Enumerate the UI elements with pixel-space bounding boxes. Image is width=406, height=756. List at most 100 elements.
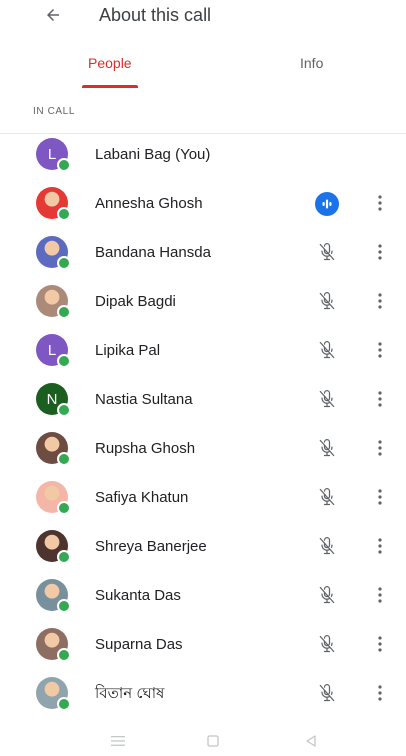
more-vert-icon bbox=[378, 489, 382, 505]
more-options-button[interactable] bbox=[372, 633, 388, 655]
mic-off-icon bbox=[319, 292, 335, 310]
mic-muted-button[interactable] bbox=[316, 682, 338, 704]
participant-row[interactable]: L Labani Bag (You) bbox=[0, 131, 406, 180]
participant-name: Suparna Das bbox=[95, 636, 183, 653]
avatar bbox=[36, 236, 71, 270]
avatar bbox=[36, 481, 71, 515]
mic-muted-button[interactable] bbox=[316, 388, 338, 410]
mic-off-icon bbox=[319, 341, 335, 359]
mic-off-icon bbox=[319, 390, 335, 408]
participant-name: Bandana Hansda bbox=[95, 244, 211, 261]
online-status-dot bbox=[57, 697, 71, 711]
tab-people[interactable]: People bbox=[88, 54, 132, 72]
participant-row[interactable]: Bandana Hansda bbox=[0, 229, 406, 278]
online-status-dot bbox=[57, 207, 71, 221]
top-app-bar: About this call bbox=[0, 0, 406, 36]
mic-off-icon bbox=[319, 635, 335, 653]
participant-name: বিতান ঘোষ bbox=[95, 685, 165, 702]
participant-name: Safiya Khatun bbox=[95, 489, 189, 506]
nav-menu-button[interactable] bbox=[107, 730, 129, 752]
participant-row[interactable]: বিতান ঘোষ bbox=[0, 670, 406, 719]
more-options-button[interactable] bbox=[372, 486, 388, 508]
nav-home-button[interactable] bbox=[202, 730, 224, 752]
mic-off-icon bbox=[319, 586, 335, 604]
speaking-indicator bbox=[315, 192, 339, 216]
mic-muted-button[interactable] bbox=[316, 486, 338, 508]
mic-off-icon bbox=[319, 439, 335, 457]
online-status-dot bbox=[57, 354, 71, 368]
audio-level-icon bbox=[322, 199, 332, 209]
more-vert-icon bbox=[378, 293, 382, 309]
more-options-button[interactable] bbox=[372, 682, 388, 704]
participant-name: Nastia Sultana bbox=[95, 391, 193, 408]
mic-muted-button[interactable] bbox=[316, 339, 338, 361]
participant-name: Lipika Pal bbox=[95, 342, 161, 359]
participant-row[interactable]: Annesha Ghosh bbox=[0, 180, 406, 229]
more-vert-icon bbox=[378, 538, 382, 554]
mic-off-icon bbox=[319, 488, 335, 506]
tab-bar: People Info bbox=[0, 44, 406, 134]
back-button[interactable] bbox=[40, 2, 66, 28]
tab-info[interactable]: Info bbox=[300, 54, 323, 72]
more-vert-icon bbox=[378, 587, 382, 603]
mic-muted-button[interactable] bbox=[316, 241, 338, 263]
online-status-dot bbox=[57, 550, 71, 564]
tab-indicator bbox=[82, 85, 138, 88]
more-options-button[interactable] bbox=[372, 388, 388, 410]
online-status-dot bbox=[57, 403, 71, 417]
participant-row[interactable]: Sukanta Das bbox=[0, 572, 406, 621]
avatar bbox=[36, 530, 71, 564]
mic-muted-button[interactable] bbox=[316, 535, 338, 557]
online-status-dot bbox=[57, 452, 71, 466]
avatar-initial: N bbox=[46, 390, 58, 408]
mic-muted-button[interactable] bbox=[316, 584, 338, 606]
system-nav-bar bbox=[0, 726, 406, 756]
more-options-button[interactable] bbox=[372, 290, 388, 312]
more-vert-icon bbox=[378, 685, 382, 701]
home-icon bbox=[207, 735, 219, 747]
mic-muted-button[interactable] bbox=[316, 437, 338, 459]
participant-row[interactable]: L Lipika Pal bbox=[0, 327, 406, 376]
participant-row[interactable]: Suparna Das bbox=[0, 621, 406, 670]
more-options-button[interactable] bbox=[372, 192, 388, 214]
more-vert-icon bbox=[378, 391, 382, 407]
avatar bbox=[36, 579, 71, 613]
online-status-dot bbox=[57, 158, 71, 172]
more-options-button[interactable] bbox=[372, 584, 388, 606]
participant-name: Annesha Ghosh bbox=[95, 195, 203, 212]
participant-row[interactable]: N Nastia Sultana bbox=[0, 376, 406, 425]
more-options-button[interactable] bbox=[372, 437, 388, 459]
section-header-in-call: IN CALL bbox=[33, 106, 75, 117]
participant-list: L Labani Bag (You) Annesha Ghosh Bandana Ha… bbox=[0, 131, 406, 719]
nav-back-button[interactable] bbox=[300, 730, 322, 752]
participant-row[interactable]: Dipak Bagdi bbox=[0, 278, 406, 327]
participant-name: Labani Bag (You) bbox=[95, 146, 211, 163]
avatar: N bbox=[36, 383, 71, 417]
arrow-back-icon bbox=[47, 9, 59, 21]
participant-row[interactable]: Shreya Banerjee bbox=[0, 523, 406, 572]
avatar bbox=[36, 628, 71, 662]
online-status-dot bbox=[57, 599, 71, 613]
more-options-button[interactable] bbox=[372, 241, 388, 263]
avatar bbox=[36, 285, 71, 319]
participant-row[interactable]: Safiya Khatun bbox=[0, 474, 406, 523]
avatar bbox=[36, 432, 71, 466]
more-vert-icon bbox=[378, 342, 382, 358]
participant-name: Sukanta Das bbox=[95, 587, 181, 604]
avatar-initial: L bbox=[47, 341, 57, 359]
avatar bbox=[36, 187, 71, 221]
mic-muted-button[interactable] bbox=[316, 633, 338, 655]
online-status-dot bbox=[57, 501, 71, 515]
menu-icon bbox=[111, 736, 125, 746]
more-vert-icon bbox=[378, 440, 382, 456]
mic-off-icon bbox=[319, 243, 335, 261]
more-options-button[interactable] bbox=[372, 339, 388, 361]
participant-name: Dipak Bagdi bbox=[95, 293, 176, 310]
mic-off-icon bbox=[319, 684, 335, 702]
more-options-button[interactable] bbox=[372, 535, 388, 557]
avatar: L bbox=[36, 138, 71, 172]
mic-muted-button[interactable] bbox=[316, 290, 338, 312]
back-triangle-icon bbox=[306, 735, 316, 747]
participant-row[interactable]: Rupsha Ghosh bbox=[0, 425, 406, 474]
avatar: L bbox=[36, 334, 71, 368]
